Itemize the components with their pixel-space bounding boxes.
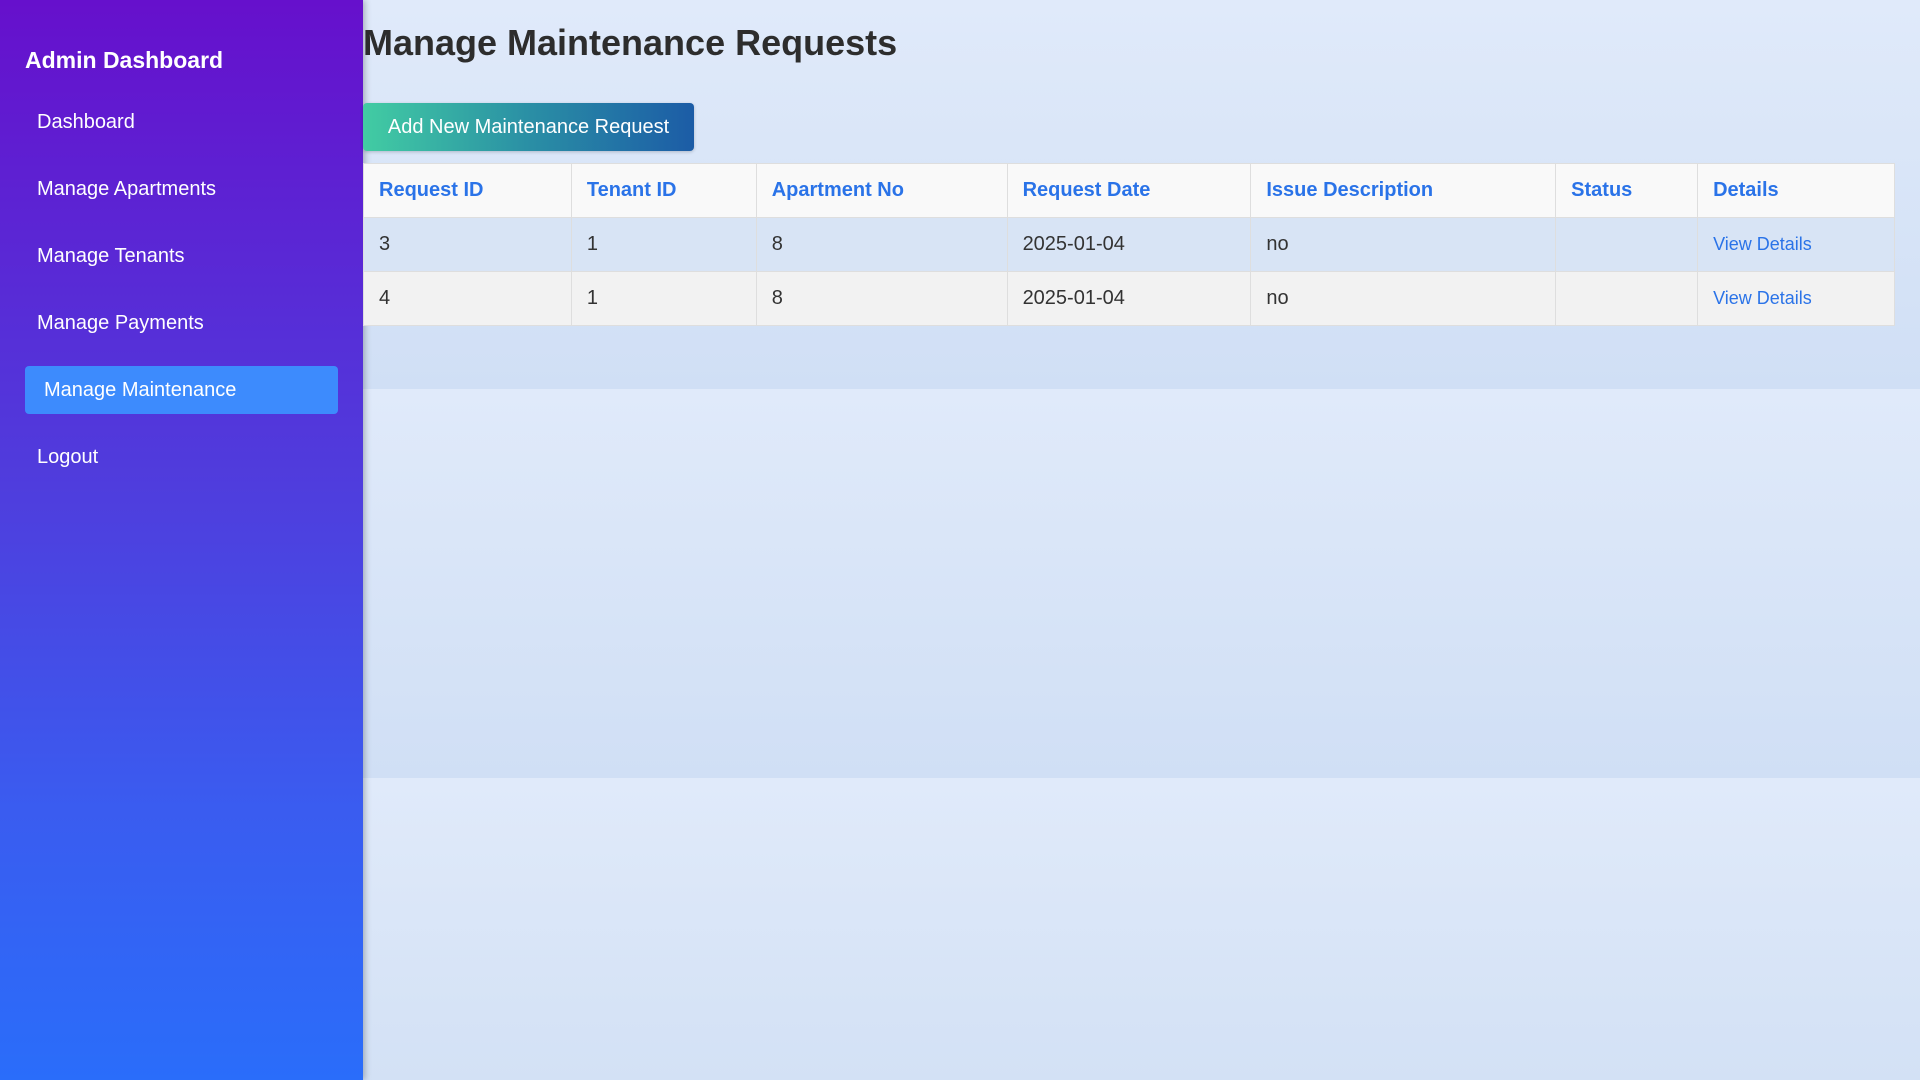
cell-apartment-no: 8 — [755, 271, 1008, 326]
column-header-request-date: Request Date — [1006, 163, 1252, 218]
background-band — [363, 778, 1920, 1080]
sidebar-item-dashboard[interactable]: Dashboard — [25, 98, 338, 146]
cell-issue-description: no — [1250, 271, 1557, 326]
sidebar-item-manage-apartments[interactable]: Manage Apartments — [25, 165, 338, 213]
sidebar-item-manage-payments[interactable]: Manage Payments — [25, 299, 338, 347]
column-header-issue-description: Issue Description — [1250, 163, 1557, 218]
cell-status — [1555, 271, 1699, 326]
cell-request-id: 3 — [363, 217, 572, 272]
cell-issue-description: no — [1250, 217, 1557, 272]
maintenance-requests-table: Request ID Tenant ID Apartment No Reques… — [363, 163, 1895, 326]
page-title: Manage Maintenance Requests — [363, 22, 898, 63]
column-header-apartment-no: Apartment No — [755, 163, 1008, 218]
cell-details: View Details — [1697, 271, 1895, 326]
table-row: 3 1 8 2025-01-04 no View Details — [363, 217, 1895, 272]
sidebar-item-manage-maintenance[interactable]: Manage Maintenance — [25, 366, 338, 414]
cell-tenant-id: 1 — [570, 217, 757, 272]
cell-apartment-no: 8 — [755, 217, 1008, 272]
sidebar: Admin Dashboard Dashboard Manage Apartme… — [0, 0, 363, 1080]
cell-request-date: 2025-01-04 — [1006, 271, 1252, 326]
sidebar-nav: Dashboard Manage Apartments Manage Tenan… — [25, 98, 338, 500]
sidebar-item-logout[interactable]: Logout — [25, 433, 338, 481]
table-row: 4 1 8 2025-01-04 no View Details — [363, 271, 1895, 326]
cell-tenant-id: 1 — [570, 271, 757, 326]
column-header-status: Status — [1555, 163, 1699, 218]
add-maintenance-request-button[interactable]: Add New Maintenance Request — [363, 103, 694, 151]
cell-status — [1555, 217, 1699, 272]
column-header-request-id: Request ID — [363, 163, 572, 218]
column-header-tenant-id: Tenant ID — [570, 163, 757, 218]
view-details-link[interactable]: View Details — [1713, 288, 1812, 308]
background-band — [363, 389, 1920, 778]
table-header-row: Request ID Tenant ID Apartment No Reques… — [363, 163, 1895, 218]
sidebar-item-manage-tenants[interactable]: Manage Tenants — [25, 232, 338, 280]
cell-request-date: 2025-01-04 — [1006, 217, 1252, 272]
sidebar-title: Admin Dashboard — [25, 47, 224, 73]
column-header-details: Details — [1697, 163, 1895, 218]
view-details-link[interactable]: View Details — [1713, 234, 1812, 254]
cell-request-id: 4 — [363, 271, 572, 326]
cell-details: View Details — [1697, 217, 1895, 272]
maintenance-table-container: Request ID Tenant ID Apartment No Reques… — [363, 163, 1895, 326]
